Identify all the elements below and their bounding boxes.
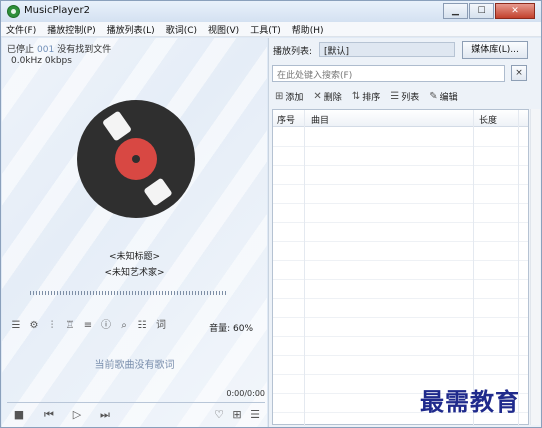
search-icon[interactable]: ⌕: [118, 320, 130, 332]
track-index: 001: [37, 45, 55, 55]
menu-lyrics[interactable]: 歌词(C): [166, 23, 197, 36]
time-display: 0:00/0:00: [226, 389, 265, 398]
list-button[interactable]: ☰ 列表: [390, 90, 419, 103]
progress-bar[interactable]: [7, 402, 265, 403]
watermark: 最需教育: [420, 387, 520, 416]
menu-help[interactable]: 帮助(H): [292, 23, 324, 36]
next-icon[interactable]: ⏭: [98, 408, 112, 422]
disc-center: [132, 155, 140, 163]
menu-tools[interactable]: 工具(T): [250, 23, 281, 36]
playlist-label: 播放列表:: [273, 47, 313, 57]
menu-playlist[interactable]: 播放列表(L): [107, 23, 155, 36]
window-controls: ▁ ☐ ✕: [442, 3, 535, 19]
disc-highlight: [101, 110, 133, 142]
app-logo-icon: [7, 5, 20, 18]
menu-lines-icon[interactable]: ☰: [10, 320, 22, 332]
list-icon: ☰: [390, 90, 400, 102]
menu-playback-control[interactable]: 播放控制(P): [47, 23, 95, 36]
playlist-icon[interactable]: ☰: [248, 408, 262, 422]
maximize-button[interactable]: ☐: [469, 3, 494, 19]
add-label: 添加: [285, 92, 304, 103]
column-track[interactable]: 曲目: [311, 113, 329, 126]
delete-button[interactable]: ✕ 删除: [313, 90, 341, 103]
play-icon[interactable]: ▷: [70, 408, 84, 422]
grid-icon[interactable]: ⊞: [230, 408, 244, 422]
lyrics-list-icon[interactable]: ☷: [136, 320, 148, 332]
menu-bar: 文件(F) 播放控制(P) 播放列表(L) 歌词(C) 视图(V) 工具(T) …: [1, 22, 541, 37]
player-toolbar: ☰ ⚙ ⫶ ♖ ≡ ⓘ ⌕ ☷ 词 音量: 60%: [10, 320, 260, 334]
sort-icon: ⇅: [351, 90, 361, 102]
lyrics-placeholder: 当前歌曲没有歌词: [94, 360, 175, 371]
audio-format: 0.0kHz 0kbps: [11, 56, 72, 66]
column-divider: [518, 110, 519, 426]
menu-file[interactable]: 文件(F): [6, 23, 36, 36]
plus-icon: ⊞: [275, 90, 284, 102]
skin-icon[interactable]: ♖: [64, 320, 76, 332]
equalizer-icon[interactable]: ⫶: [46, 320, 58, 332]
list-label: 列表: [401, 92, 420, 103]
delete-label: 删除: [323, 92, 342, 103]
play-status: 已停止 001 没有找到文件: [7, 42, 111, 55]
gear-icon[interactable]: ⚙: [28, 320, 40, 332]
media-library-button[interactable]: 媒体库(L)...: [462, 41, 528, 59]
minimize-button[interactable]: ▁: [443, 3, 468, 19]
now-playing-panel: 已停止 001 没有找到文件 0.0kHz 0kbps <未知标题> <未知艺术家>…: [2, 38, 267, 427]
playlist-toolbar: ⊞ 添加 ✕ 删除 ⇅ 排序 ☰ 列表 ✎ 编辑: [275, 89, 468, 103]
column-number[interactable]: 序号: [277, 113, 295, 126]
sort-label: 排序: [362, 92, 381, 103]
app-window: MusicPlayer2 ▁ ☐ ✕ 文件(F) 播放控制(P) 播放列表(L)…: [0, 0, 542, 428]
clear-search-button[interactable]: ×: [511, 65, 527, 81]
menu-view[interactable]: 视图(V): [208, 23, 239, 36]
sort-button[interactable]: ⇅ 排序: [352, 90, 380, 103]
album-cover-disc-icon: [77, 100, 195, 218]
add-button[interactable]: ⊞ 添加: [275, 90, 303, 103]
list-icon[interactable]: ≡: [82, 320, 94, 332]
status-text: 已停止: [7, 45, 35, 55]
column-divider: [304, 110, 305, 426]
playlist-name: [默认]: [319, 42, 455, 57]
disc-highlight: [143, 177, 173, 207]
playback-controls: ■ ⏮ ▷ ⏭ ♡ ⊞ ☰: [12, 408, 267, 422]
stop-icon[interactable]: ■: [12, 408, 26, 422]
delete-icon: ✕: [313, 90, 322, 102]
volume-label[interactable]: 音量: 60%: [209, 321, 253, 334]
heart-icon[interactable]: ♡: [212, 408, 226, 422]
pencil-icon: ✎: [429, 90, 438, 102]
edit-label: 编辑: [439, 92, 458, 103]
column-length[interactable]: 长度: [479, 113, 497, 126]
spectrum-visualizer: [30, 291, 228, 295]
status-message: 没有找到文件: [57, 45, 112, 55]
edit-button[interactable]: ✎ 编辑: [429, 90, 457, 103]
title-bar: MusicPlayer2 ▁ ☐ ✕: [1, 1, 541, 22]
close-button[interactable]: ✕: [495, 3, 535, 19]
lyrics-icon[interactable]: 词: [154, 320, 168, 332]
window-title: MusicPlayer2: [24, 5, 90, 16]
search-input[interactable]: 在此处键入搜索(F): [272, 65, 505, 82]
previous-icon[interactable]: ⏮: [42, 408, 56, 422]
playlist-table: 序号 曲目 长度: [272, 109, 529, 426]
song-title: <未知标题>: [108, 252, 161, 262]
scrollbar[interactable]: [530, 109, 540, 425]
table-header: 序号 曲目 长度: [273, 110, 528, 127]
info-icon[interactable]: ⓘ: [100, 320, 112, 332]
song-artist: <未知艺术家>: [104, 268, 165, 278]
table-body[interactable]: [273, 128, 528, 424]
column-divider: [473, 110, 474, 426]
playlist-panel: 播放列表: [默认] 媒体库(L)... 在此处键入搜索(F) × ⊞ 添加 ✕ 删…: [268, 38, 541, 427]
